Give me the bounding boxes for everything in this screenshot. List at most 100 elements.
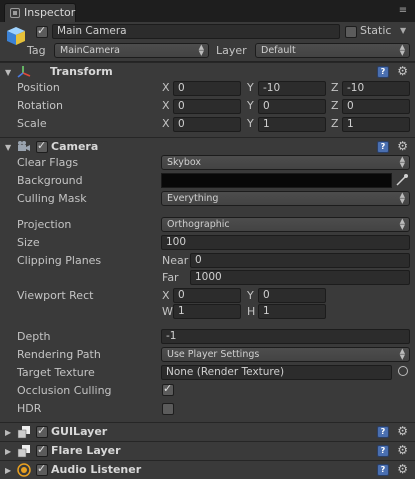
camera-title: Camera <box>51 140 99 153</box>
scale-y-field[interactable]: 1 <box>258 117 326 132</box>
viewport-rect-label: Viewport Rect <box>17 289 94 302</box>
hdr-label: HDR <box>17 402 42 415</box>
foldout-arrow-icon[interactable]: ▼ <box>5 68 11 77</box>
audio-listener-icon <box>17 463 31 477</box>
camera-header[interactable]: ▼ ✓ Camera ? ⚙ <box>0 137 415 155</box>
foldout-arrow-icon[interactable]: ▶ <box>5 428 11 437</box>
scale-z-field[interactable]: 1 <box>342 117 410 132</box>
flare-layer-header[interactable]: ▶ ✓ Flare Layer ? ⚙ <box>0 441 415 460</box>
tag-value: MainCamera <box>60 45 120 56</box>
far-label: Far <box>162 271 179 284</box>
gear-icon[interactable]: ⚙ <box>397 139 408 153</box>
object-picker-icon[interactable] <box>398 366 408 376</box>
far-field[interactable]: 1000 <box>190 270 410 285</box>
transform-header[interactable]: ▼ Transform ? ⚙ <box>0 62 415 80</box>
rendering-path-dropdown[interactable]: Use Player Settings ▲ ▼ <box>161 347 410 362</box>
clear-flags-label: Clear Flags <box>17 156 79 169</box>
foldout-arrow-icon[interactable]: ▼ <box>5 143 11 152</box>
rotation-z-field[interactable]: 0 <box>342 99 410 114</box>
layer-value: Default <box>261 45 296 56</box>
background-color-swatch[interactable] <box>161 173 392 188</box>
viewport-h-field[interactable]: 1 <box>258 304 326 319</box>
transform-title: Transform <box>50 65 113 78</box>
scale-x-field[interactable]: 0 <box>173 117 241 132</box>
gear-icon[interactable]: ⚙ <box>397 64 408 78</box>
static-checkbox[interactable] <box>345 26 357 38</box>
axis-x-label: X <box>162 117 170 130</box>
depth-field[interactable]: -1 <box>161 329 410 344</box>
gameobject-cube-icon <box>7 27 25 45</box>
foldout-arrow-icon[interactable]: ▶ <box>5 447 11 456</box>
static-dropdown-icon[interactable]: ▼ <box>400 26 406 35</box>
gameobject-name-field[interactable]: Main Camera <box>52 24 340 39</box>
rendering-path-value: Use Player Settings <box>167 349 260 360</box>
gear-icon[interactable]: ⚙ <box>397 462 408 476</box>
gameobject-header: ✓ Main Camera Static ▼ Tag MainCamera ▲ ▼… <box>0 22 415 62</box>
eyedropper-icon[interactable] <box>395 173 409 187</box>
audio-listener-enabled-checkbox[interactable]: ✓ <box>36 462 48 476</box>
rotation-y-field[interactable]: 0 <box>258 99 326 114</box>
culling-mask-label: Culling Mask <box>17 192 87 205</box>
viewport-y-label: Y <box>247 289 254 302</box>
position-z-field[interactable]: -10 <box>342 81 410 96</box>
scale-label: Scale <box>17 117 47 130</box>
help-icon[interactable]: ? <box>377 426 389 438</box>
tab-bar: Inspector ≡ <box>0 0 415 22</box>
occlusion-culling-checkbox[interactable]: ✓ <box>162 382 174 396</box>
position-y-field[interactable]: -10 <box>258 81 326 96</box>
axis-x-label: X <box>162 99 170 112</box>
help-icon[interactable]: ? <box>377 141 389 153</box>
projection-dropdown[interactable]: Orthographic ▲ ▼ <box>161 217 410 232</box>
rendering-path-label: Rendering Path <box>17 348 101 361</box>
tag-dropdown-arrows-icon: ▲ ▼ <box>198 43 204 57</box>
help-icon[interactable]: ? <box>377 464 389 476</box>
audio-listener-header[interactable]: ▶ ✓ Audio Listener ? ⚙ <box>0 460 415 479</box>
foldout-arrow-icon[interactable]: ▶ <box>5 466 11 475</box>
flare-layer-enabled-checkbox[interactable]: ✓ <box>36 443 48 457</box>
guilayer-icon <box>17 426 30 439</box>
tab-inspector[interactable]: Inspector <box>4 3 76 22</box>
help-icon[interactable]: ? <box>377 445 389 457</box>
tab-inspector-label: Inspector <box>24 6 76 19</box>
inspector-icon <box>10 8 20 18</box>
layer-dropdown[interactable]: Default ▲ ▼ <box>255 43 410 58</box>
position-x-field[interactable]: 0 <box>173 81 241 96</box>
transform-axes-icon <box>17 66 31 78</box>
target-texture-field[interactable]: None (Render Texture) <box>161 365 392 380</box>
audio-listener-title: Audio Listener <box>51 463 142 476</box>
axis-z-label: Z <box>331 81 339 94</box>
gameobject-active-checkbox[interactable]: ✓ <box>36 24 48 38</box>
dropdown-arrows-icon: ▲ ▼ <box>399 155 405 169</box>
background-label: Background <box>17 174 83 187</box>
near-label: Near <box>162 254 189 267</box>
clipping-planes-label: Clipping Planes <box>17 254 102 267</box>
camera-enabled-checkbox[interactable]: ✓ <box>36 139 48 153</box>
viewport-w-field[interactable]: 1 <box>173 304 241 319</box>
help-icon[interactable]: ? <box>377 66 389 78</box>
near-field[interactable]: 0 <box>190 253 410 268</box>
static-label: Static <box>360 24 392 37</box>
size-label: Size <box>17 236 40 249</box>
clear-flags-dropdown[interactable]: Skybox ▲ ▼ <box>161 155 410 170</box>
axis-z-label: Z <box>331 99 339 112</box>
guilayer-header[interactable]: ▶ ✓ GUILayer ? ⚙ <box>0 422 415 441</box>
tab-menu-icon[interactable]: ≡ <box>397 5 409 17</box>
guilayer-enabled-checkbox[interactable]: ✓ <box>36 424 48 438</box>
viewport-x-label: X <box>162 289 170 302</box>
gear-icon[interactable]: ⚙ <box>397 443 408 457</box>
gear-icon[interactable]: ⚙ <box>397 424 408 438</box>
projection-label: Projection <box>17 218 72 231</box>
layer-dropdown-arrows-icon: ▲ ▼ <box>399 43 405 57</box>
layer-label: Layer <box>216 44 247 57</box>
rotation-x-field[interactable]: 0 <box>173 99 241 114</box>
tag-dropdown[interactable]: MainCamera ▲ ▼ <box>54 43 209 58</box>
viewport-h-label: H <box>247 305 256 318</box>
hdr-checkbox[interactable] <box>162 403 174 415</box>
culling-mask-dropdown[interactable]: Everything ▲ ▼ <box>161 191 410 206</box>
viewport-y-field[interactable]: 0 <box>258 288 326 303</box>
viewport-x-field[interactable]: 0 <box>173 288 241 303</box>
culling-mask-value: Everything <box>167 193 219 204</box>
size-field[interactable]: 100 <box>161 235 410 250</box>
camera-icon <box>18 141 30 151</box>
axis-x-label: X <box>162 81 170 94</box>
